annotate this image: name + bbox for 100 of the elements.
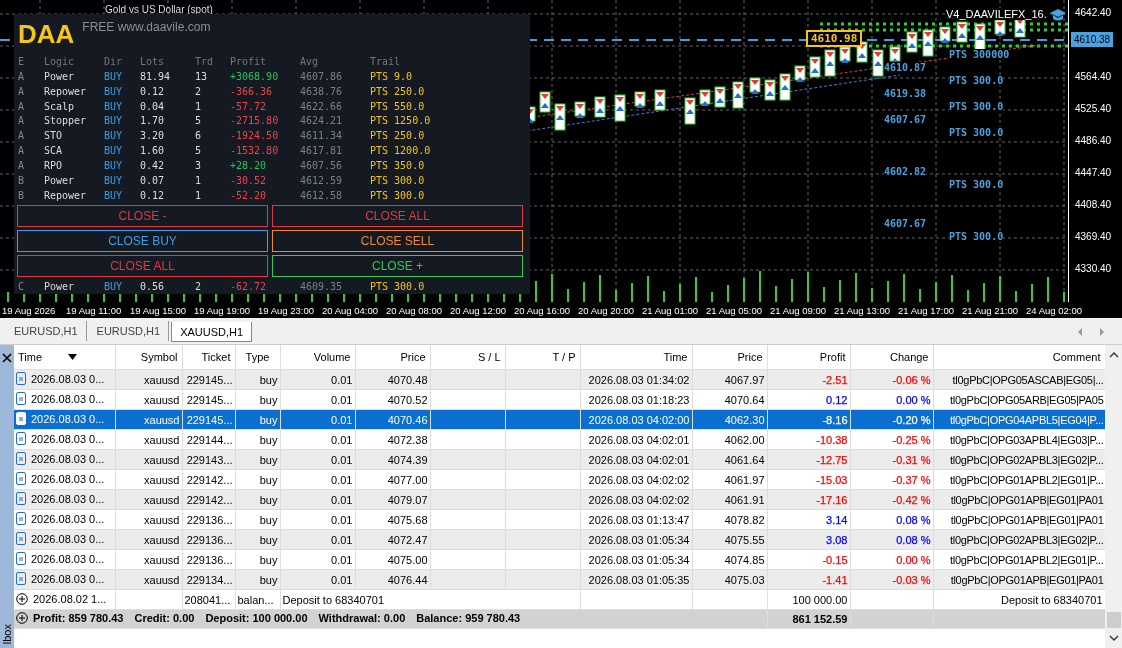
panel-cell-text: PTS 1200.0 (370, 145, 432, 157)
panel-cell-text: 3 (195, 160, 203, 172)
toolbox-label[interactable]: lbox (0, 623, 14, 644)
table-cell: 4072.38 (355, 429, 430, 450)
profit-value: -2.51 (822, 373, 848, 386)
panel-cell-text: 0.04 (140, 100, 166, 112)
close-button[interactable]: CLOSE - (17, 205, 268, 228)
table-row[interactable]: 2026.08.03 0... xauusd 229143... buy 0.01 4074.39 2026.08.03 04:02:01 4061.64 -12.75 -0.31 % tl0gPbC|OPG02APBL3|EG02|P... (14, 449, 1105, 470)
table-row[interactable]: 2026.08.03 0... xauusd 229136... buy 0.01 4075.68 2026.08.03 01:13:47 4078.82 3.14 0.08 % tl0gPbC|OPG01APB|EG01|PA01 (14, 509, 1105, 530)
time-tick: 19 Aug 23:00 (258, 304, 315, 316)
panel-cell-text: 4612.59 (300, 175, 344, 187)
table-row[interactable]: 2026.08.03 0... xauusd 229142... buy 0.01 4079.07 2026.08.03 04:02:02 4061.91 -17.16 -0.42 % tl0gPbC|OPG01APB|EG01|PA01 (14, 489, 1105, 510)
panel-cell-text: 1 (195, 175, 203, 187)
panel-cell-text: RPO (44, 160, 64, 172)
change-value: 0.08 % (896, 533, 931, 546)
panel-cell-text: A (18, 85, 26, 97)
table-cell: 100 000.00 (767, 589, 850, 610)
table-cell: 2026.08.03 0... (31, 412, 105, 425)
panel-cell-text: Power (44, 175, 76, 187)
summary-value: Withdrawal: 0.00 (318, 612, 406, 624)
column-header[interactable]: Change (850, 345, 933, 370)
table-row[interactable]: 2026.08.03 0... xauusd 229145... buy 0.01 4070.52 2026.08.03 01:18:23 4070.64 0.12 0.00 % tl0gPbC|OPG05ARB|EG05|PA05 (14, 389, 1105, 410)
table-cell: buy (235, 429, 280, 450)
table-row[interactable]: 2026.08.03 0... xauusd 229136... buy 0.01 4075.00 2026.08.03 01:05:34 4074.85 -0.15 0.00 % tl0gPbC|OPG01APBL2|EG01|P... (14, 549, 1105, 570)
close-button[interactable]: CLOSE SELL (272, 230, 523, 253)
level-label: PTS 300.0 (949, 101, 1004, 112)
close-button[interactable]: CLOSE ALL (17, 255, 268, 278)
summary-value: Credit: 0.00 (134, 612, 195, 624)
column-header[interactable]: Price (355, 345, 430, 370)
close-button[interactable]: CLOSE ALL (272, 205, 523, 228)
column-header: E (18, 55, 26, 67)
table-row[interactable]: 2026.08.03 0... xauusd 229145... buy 0.01 4070.48 2026.08.03 01:34:02 4067.97 -2.51 -0.06 % tl0gPbC|OPG05ASCAB|EG05|... (14, 369, 1105, 390)
panel-cell-text: BUY (104, 175, 124, 187)
column-header[interactable]: Type (235, 345, 280, 370)
column-header[interactable]: Profit (767, 345, 850, 370)
panel-cell-text: Scalp (44, 100, 76, 112)
price-tick: 4447.40 (1075, 167, 1112, 178)
table-cell: xauusd (115, 549, 182, 570)
profit-value: -12.75 (816, 453, 848, 466)
column-header[interactable]: S / L (430, 345, 505, 370)
time-tick: 21 Aug 13:00 (834, 304, 891, 316)
table-cell: 0.01 (280, 549, 355, 570)
summary-value: Deposit: 100 000.00 (205, 612, 308, 624)
change-value: 0.08 % (896, 513, 931, 526)
table-row[interactable]: 2026.08.03 0... xauusd 229144... buy 0.01 4072.38 2026.08.03 04:02:01 4062.00 -10.38 -0.25 % tl0gPbC|OPG03APBL4|EG03|P... (14, 429, 1105, 450)
table-cell: buy (235, 469, 280, 490)
table-row[interactable]: 2026.08.02 1... 208041... balan... Deposit to 68340701 100 000.00 Deposit to 68340701 (14, 589, 1105, 610)
time-tick: 19 Aug 19:00 (194, 304, 251, 316)
panel-cell-text: BUY (104, 130, 124, 142)
table-row[interactable]: 2026.08.03 0... xauusd 229145... buy 0.01 4070.46 2026.08.03 04:02:00 4062.30 -8.16 -0.20 % tl0gPbC|OPG04APBL5|EG04|P... (14, 409, 1105, 430)
table-row[interactable]: 2026.08.03 0... xauusd 229142... buy 0.01 4077.00 2026.08.03 04:02:02 4061.97 -15.03 -0.37 % tl0gPbC|OPG01APBL2|EG01|P... (14, 469, 1105, 490)
panel-cell-text: +3068.90 (230, 70, 280, 82)
table-cell: 4078.82 (692, 509, 767, 530)
table-row[interactable]: 2026.08.03 0... xauusd 229134... buy 0.01 4076.44 2026.08.03 01:05:35 4075.03 -1.41 -0.03 % tl0gPbC|OPG01APB|EG01|PA01 (14, 569, 1105, 590)
panel-cell-text: Power (44, 281, 76, 292)
panel-cell-text: C (18, 281, 26, 292)
panel-cell-text: BUY (104, 281, 124, 292)
table-cell: 0.01 (280, 469, 355, 490)
panel-cell-text: 5 (195, 115, 203, 127)
panel-cell-text: PTS 250.0 (370, 85, 426, 97)
close-button[interactable]: CLOSE + (272, 255, 523, 278)
table-row[interactable]: 2026.08.03 0... xauusd 229136... buy 0.01 4072.47 2026.08.03 01:05:34 4075.55 3.08 0.08 % tl0gPbC|OPG02APBL3|EG02|P... (14, 529, 1105, 550)
panel-cell-text: 0.12 (140, 85, 166, 97)
panel-cell-text: 6 (195, 130, 203, 142)
current-price-label: 4610.38 (1071, 32, 1114, 48)
panel-cell-text: A (18, 115, 26, 127)
column-header[interactable]: Symbol (115, 345, 182, 370)
summary-value: Profit: 859 780.43 (33, 612, 124, 624)
panel-cell-text: BUY (104, 160, 124, 172)
column-header: Profit (230, 55, 268, 67)
table-cell: xauusd (115, 469, 182, 490)
panel-cell-text: STO (44, 130, 64, 142)
time-tick: 21 Aug 21:00 (962, 304, 1019, 316)
panel-cell-text: B (18, 175, 26, 187)
change-value: -0.06 % (892, 373, 931, 386)
column-header[interactable]: T / P (505, 345, 580, 370)
chart-tab[interactable]: XAUUSD,H1 (171, 322, 253, 342)
column-header[interactable]: Time (580, 345, 692, 370)
table-cell: 2026.08.03 01:18:23 (580, 389, 692, 410)
column-header[interactable]: Price (692, 345, 767, 370)
column-header: Avg (300, 55, 320, 67)
column-header[interactable]: Time (14, 345, 115, 370)
time-tick: 20 Aug 16:00 (514, 304, 571, 316)
panel-cell-text: -1532.80 (230, 145, 280, 157)
panel-cell-text: 4617.81 (300, 145, 344, 157)
time-tick: 19 Aug 15:00 (130, 304, 187, 316)
price-tick: 4486.40 (1075, 135, 1112, 146)
table-cell: Deposit to 68340701 (280, 589, 580, 610)
level-label: PTS 300000 (949, 49, 1010, 60)
change-value: 0.00 % (896, 553, 931, 566)
panel-cell-text: 1 (195, 190, 203, 202)
column-header[interactable]: Ticket (182, 345, 235, 370)
panel-cell-text: BUY (104, 115, 124, 127)
column-header[interactable]: Volume (280, 345, 355, 370)
panel-cell-text: Repower (44, 190, 88, 202)
table-cell: buy (235, 549, 280, 570)
panel-cell-text: A (18, 145, 26, 157)
table-cell: 4077.00 (355, 469, 430, 490)
close-button[interactable]: CLOSE BUY (17, 230, 268, 253)
profit-value: -0.15 (822, 553, 848, 566)
